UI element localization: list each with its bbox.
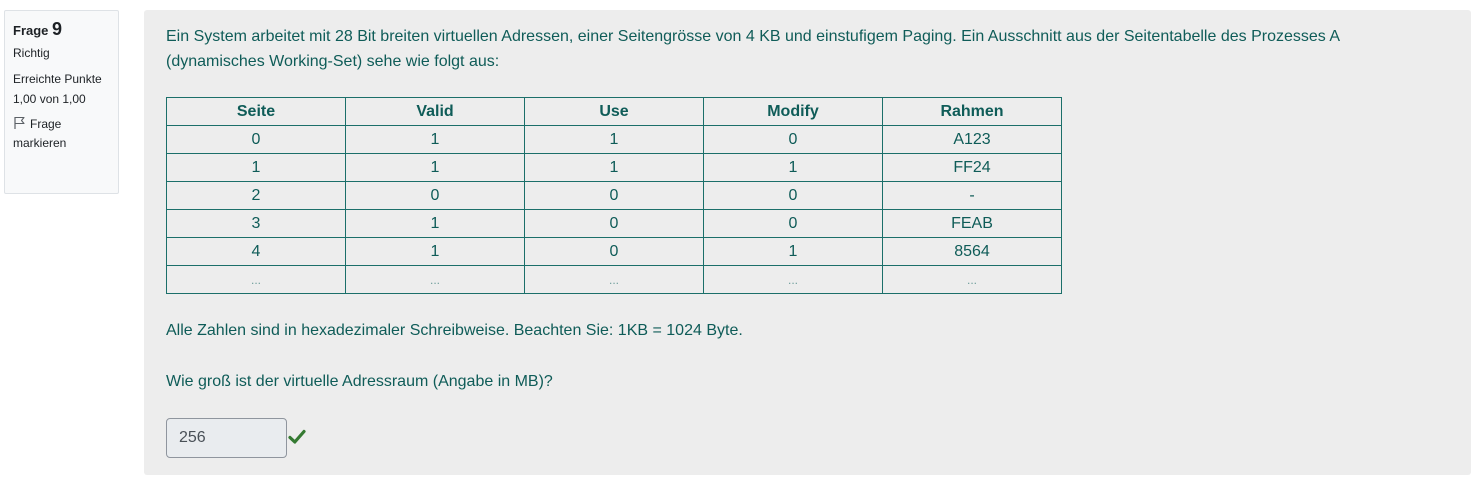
question-label: Frage [13,23,49,38]
table-row: 1 1 1 1 FF24 [166,153,1062,182]
table-cell: 0 [524,209,704,238]
table-cell: 0 [524,181,704,210]
table-cell: 1 [703,237,883,266]
flag-icon [14,116,25,129]
table-cell: 0 [345,181,525,210]
table-row: 0 1 1 0 A123 [166,125,1062,154]
page-table: Seite Valid Use Modify Rahmen 0 1 1 0 A123 1 1 1 1 FF… [166,97,1062,294]
table-cell: ... [882,265,1062,294]
question-prompt: Wie groß ist der virtuelle Adressraum (A… [166,373,553,390]
question-note: Alle Zahlen sind in hexadezimaler Schrei… [166,322,743,339]
table-cell: 0 [166,125,346,154]
table-cell: 0 [524,237,704,266]
table-cell: 1 [345,209,525,238]
table-row: ............... [166,265,1062,294]
table-cell: ... [524,265,704,294]
table-header-cell: Seite [166,97,346,126]
table-cell: A123 [882,125,1062,154]
table-row: 4 1 0 1 8564 [166,237,1062,266]
table-cell: 1 [524,153,704,182]
table-cell: 1 [345,125,525,154]
table-cell: 1 [166,153,346,182]
table-cell: 3 [166,209,346,238]
question-grade: Erreichte Punkte 1,00 von 1,00 [13,72,102,106]
table-row: 3 1 0 0 FEAB [166,209,1062,238]
table-cell: 0 [703,209,883,238]
question-title: Frage 9 [13,19,110,41]
table-cell: FEAB [882,209,1062,238]
table-cell: 0 [703,125,883,154]
table-header-cell: Valid [345,97,525,126]
table-cell: - [882,181,1062,210]
question-number: 9 [52,19,63,39]
table-header-row: Seite Valid Use Modify Rahmen [166,97,1062,126]
table-header-cell: Rahmen [882,97,1062,126]
question-state: Richtig [13,46,50,60]
table-cell: FF24 [882,153,1062,182]
table-cell: ... [703,265,883,294]
question-content: Ein System arbeitet mit 28 Bit breiten v… [144,10,1471,475]
check-icon [288,429,306,444]
table-cell: 1 [703,153,883,182]
table-cell: 1 [345,237,525,266]
table-cell: ... [166,265,346,294]
table-cell: 1 [345,153,525,182]
question-info-panel: Frage 9 Richtig Erreichte Punkte 1,00 vo… [4,10,119,194]
table-header-cell: Modify [703,97,883,126]
table-cell: ... [345,265,525,294]
table-cell: 4 [166,237,346,266]
table-row: 2000- [166,181,1062,210]
question-text: Ein System arbeitet mit 28 Bit breiten v… [166,28,1340,70]
table-cell: 2 [166,181,346,210]
answer-input[interactable]: 256 [166,418,287,458]
flag-question-link[interactable]: Frage markieren [13,115,110,153]
table-cell: 1 [524,125,704,154]
table-header-cell: Use [524,97,704,126]
table-cell: 0 [703,181,883,210]
table-cell: 8564 [882,237,1062,266]
